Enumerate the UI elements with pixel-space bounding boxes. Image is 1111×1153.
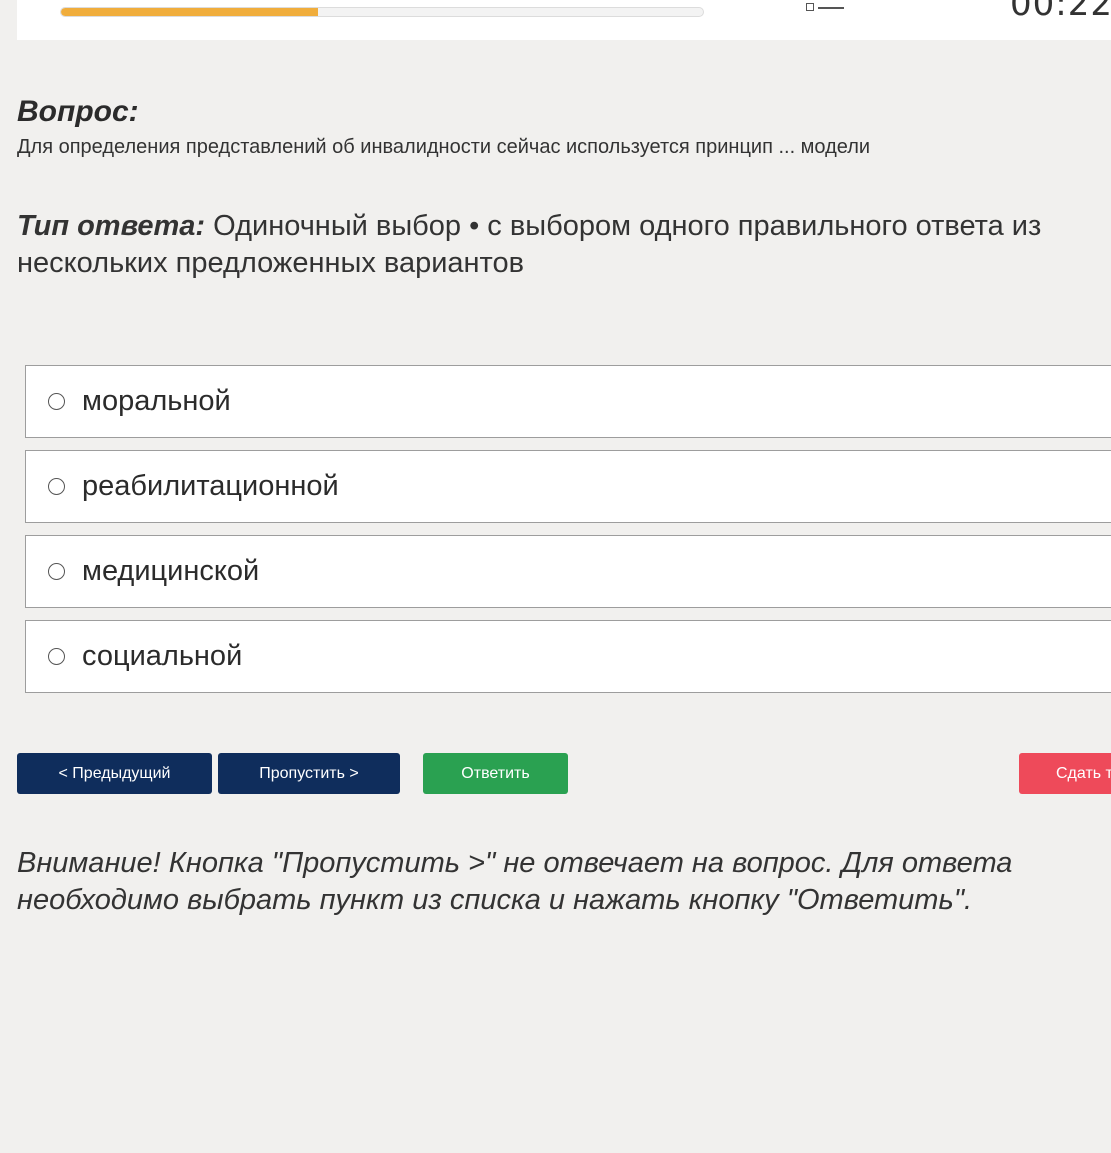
option-label: социальной (82, 640, 243, 672)
question-text: Для определения представлений об инвалид… (17, 136, 871, 158)
top-bar: 00:22 (17, 0, 1111, 40)
radio-button-icon[interactable] (48, 478, 65, 495)
option-label: реабилитационной (82, 470, 339, 502)
question-label: Вопрос: (17, 95, 139, 128)
option-label: медицинской (82, 555, 260, 587)
list-icon[interactable] (806, 1, 846, 13)
radio-button-icon[interactable] (48, 648, 65, 665)
submit-test-button[interactable]: Сдать т (1019, 753, 1111, 794)
answer-options: моральной реабилитационной медицинской с… (25, 365, 1111, 705)
skip-button[interactable]: Пропустить > (218, 753, 400, 794)
option-moral[interactable]: моральной (25, 365, 1111, 438)
option-medical[interactable]: медицинской (25, 535, 1111, 608)
progress-fill (61, 8, 318, 16)
answer-button[interactable]: Ответить (423, 753, 568, 794)
notice-text: Внимание! Кнопка "Пропустить >" не отвеч… (17, 847, 1013, 916)
option-social[interactable]: социальной (25, 620, 1111, 693)
progress-bar (60, 7, 704, 17)
answer-type-label: Тип ответа: (17, 210, 206, 242)
radio-button-icon[interactable] (48, 563, 65, 580)
previous-button[interactable]: < Предыдущий (17, 753, 212, 794)
answer-type: Тип ответа: Одиночный выбор • с выбором … (17, 208, 1087, 282)
radio-button-icon[interactable] (48, 393, 65, 410)
timer: 00:22 (1010, 0, 1111, 24)
option-label: моральной (82, 385, 231, 417)
option-rehabilitation[interactable]: реабилитационной (25, 450, 1111, 523)
